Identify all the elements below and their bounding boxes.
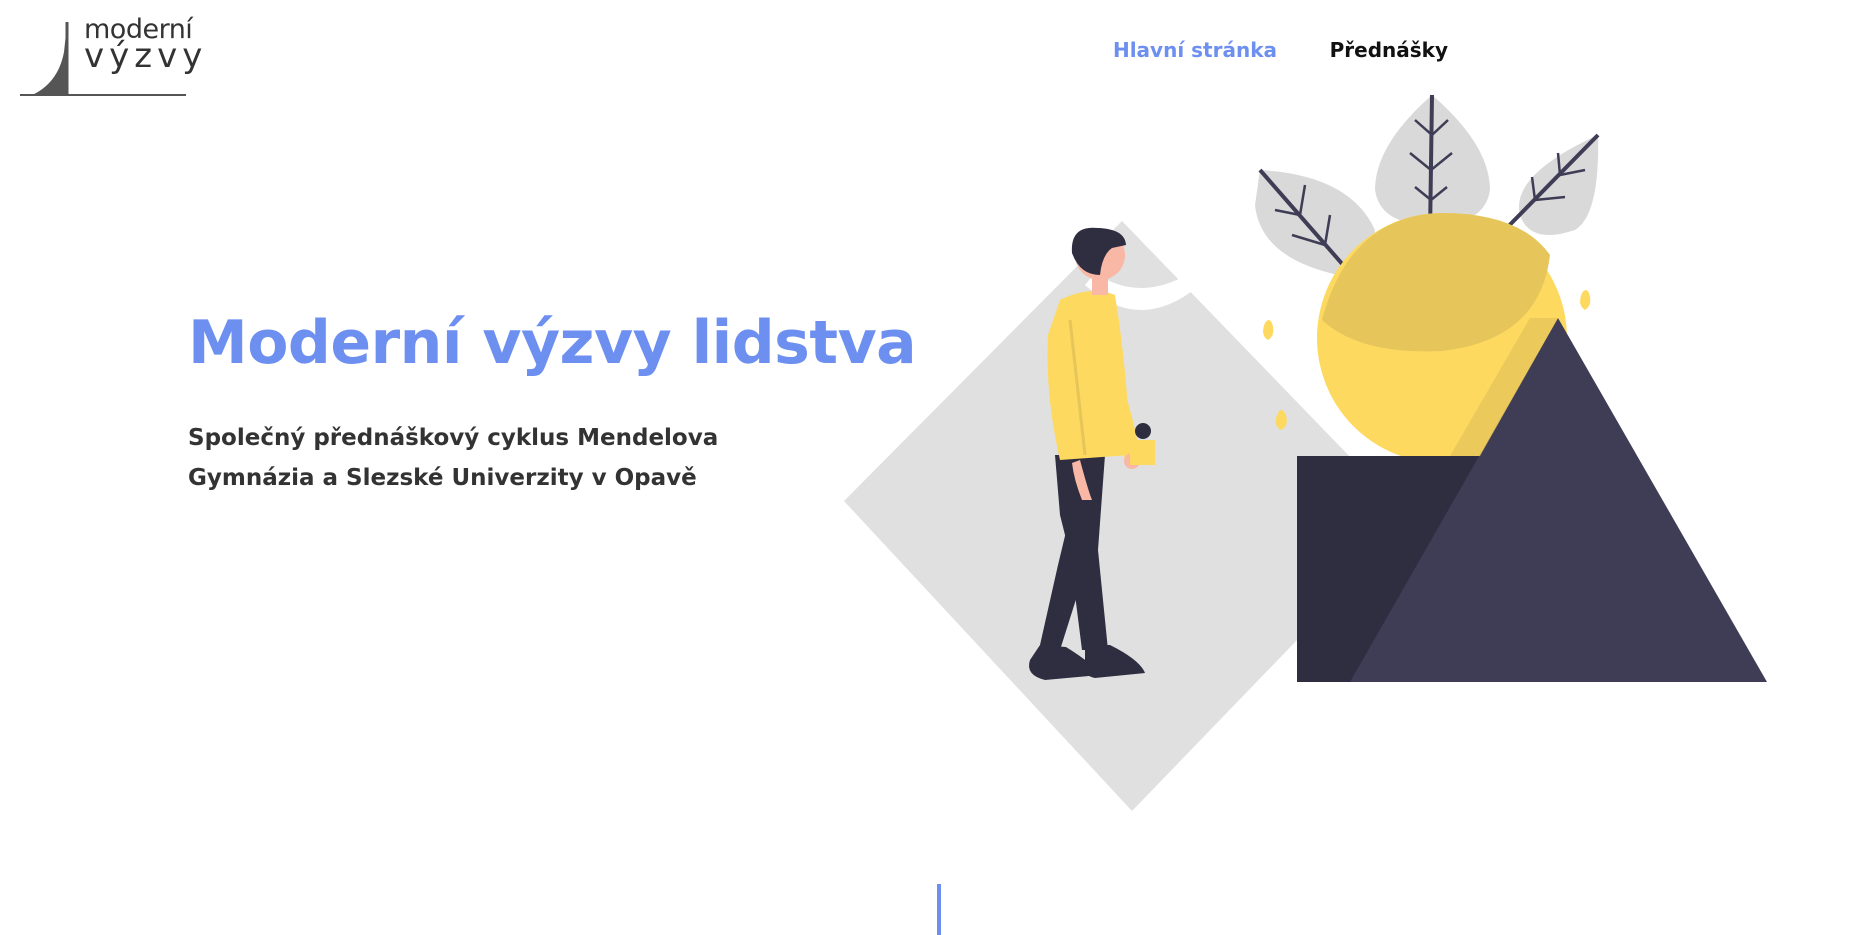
scroll-indicator (937, 884, 941, 935)
logo-line2: výzvy (84, 36, 208, 76)
cup-icon (1130, 440, 1155, 465)
hero-subtitle-line1: Společný přednáškový cyklus Mendelova (188, 425, 719, 451)
logo-underline (20, 94, 186, 96)
drop-1 (1263, 320, 1274, 340)
page: moderní výzvy Hlavní stránka Přednášky M… (0, 0, 1857, 935)
drop-3 (1580, 290, 1591, 310)
hero-illustration (844, 95, 1767, 811)
nav-link-lectures[interactable]: Přednášky (1330, 38, 1448, 62)
hero-title: Moderní výzvy lidstva (188, 308, 917, 378)
nav-link-home[interactable]: Hlavní stránka (1113, 38, 1277, 62)
hero-subtitle: Společný přednáškový cyklus Mendelova Gy… (188, 418, 748, 498)
hero-subtitle-line2: Gymnázia a Slezské Univerzity v Opavě (188, 465, 697, 491)
